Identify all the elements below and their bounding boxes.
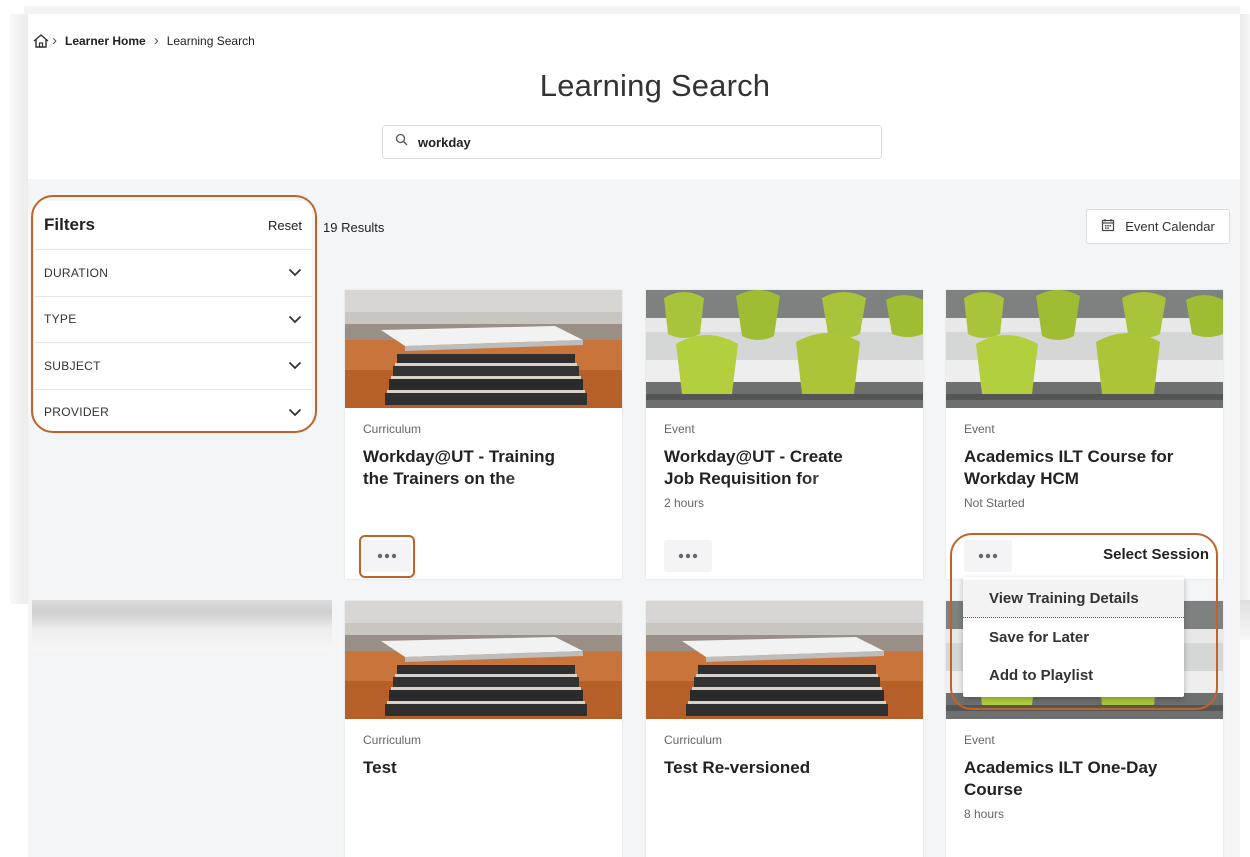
chevron-right-icon: › [153,32,159,49]
chevron-down-icon [288,408,302,417]
ellipsis-icon [678,553,698,559]
card-duration: 2 hours [664,496,705,510]
page-header: › Learner Home › Learning Search Learnin… [28,14,1240,179]
card-image-classroom [946,290,1223,408]
filters-title: Filters [44,215,96,234]
card-title[interactable]: Workday@UT - Create Job Requisition for [664,446,905,490]
search-icon [395,133,408,151]
card-type: Curriculum [363,733,422,747]
filter-label: DURATION [44,265,109,280]
filter-type[interactable]: TYPE [34,295,312,343]
event-calendar-label: Event Calendar [1125,219,1215,234]
breadcrumb: › Learner Home › Learning Search [32,32,261,49]
filter-label: SUBJECT [44,358,101,373]
learning-card[interactable]: Event Workday@UT - Create Job Requisitio… [646,290,923,579]
card-title[interactable]: Test [363,757,604,779]
chevron-right-icon: › [52,32,57,49]
calendar-icon [1101,218,1115,235]
card-image-books [345,601,622,719]
card-type: Event [964,733,995,747]
chevron-down-icon [288,361,302,370]
card-title[interactable]: Academics ILT Course for Workday HCM [964,446,1205,490]
event-calendar-button[interactable]: Event Calendar [1086,209,1230,244]
breadcrumb-learning-search: Learning Search [166,33,255,48]
search-input[interactable] [418,134,838,150]
breadcrumb-learner-home[interactable]: Learner Home [65,34,146,48]
card-type: Event [964,422,995,436]
learning-card[interactable]: Curriculum Test Re-versioned [646,601,923,857]
card-title[interactable]: Academics ILT One-Day Course [964,757,1205,801]
card-body: Curriculum Test [345,719,622,779]
more-options-button[interactable] [664,540,712,572]
card-image-books [345,290,622,408]
card-type: Curriculum [664,733,723,747]
menu-item-view-training-details[interactable]: View Training Details [963,580,1184,618]
chevron-down-icon [288,315,302,324]
card-body: Event Academics ILT Course for Workday H… [946,408,1223,510]
learning-card[interactable]: Curriculum Test [345,601,622,857]
home-icon[interactable] [32,33,50,49]
learning-card[interactable]: Curriculum Workday@UT - Training the Tra… [345,290,622,579]
search-box[interactable] [382,125,882,159]
ellipsis-icon [377,553,397,559]
filter-subject[interactable]: SUBJECT [34,342,312,389]
card-title-line: the Trainers on the [363,468,604,490]
results-count: 19 Results [323,220,385,235]
learning-card[interactable]: Event Academics ILT Course for Workday H… [946,290,1223,579]
frame-shadow-top [24,6,1240,14]
card-title-line: Workday HCM [964,469,1079,488]
card-body: Event Academics ILT One-Day Course 8 hou… [946,719,1223,821]
card-title-line: Job Requisition for [664,468,905,490]
card-title[interactable]: Workday@UT - Training the Trainers on th… [363,446,604,490]
menu-item-add-to-playlist[interactable]: Add to Playlist [963,656,1184,694]
menu-item-save-for-later[interactable]: Save for Later [963,618,1184,656]
card-image-books [646,601,923,719]
frame-shadow-bottom [32,600,332,652]
ellipsis-icon [978,553,998,559]
card-type: Event [664,422,695,436]
card-title[interactable]: Test Re-versioned [664,757,905,779]
page-title: Learning Search [539,68,771,103]
more-options-button[interactable] [964,540,1012,572]
card-image-classroom [646,290,923,408]
filter-label: TYPE [44,312,77,327]
card-title-line: Academics ILT One-Day [964,758,1158,777]
filter-provider[interactable]: PROVIDER [34,388,312,436]
card-title-line: Workday@UT - Training [363,447,555,466]
card-title-line: Workday@UT - Create [664,447,843,466]
card-body: Curriculum Workday@UT - Training the Tra… [345,408,622,490]
card-duration: 8 hours [964,807,1005,821]
filters-header: Filters Reset [34,201,312,249]
filters-panel: Filters Reset DURATION TYPE SUBJECT PROV… [34,201,312,431]
filters-reset-button[interactable]: Reset [268,218,302,233]
filter-duration[interactable]: DURATION [34,249,312,296]
card-type: Curriculum [363,422,422,436]
card-body: Event Workday@UT - Create Job Requisitio… [646,408,923,510]
card-title-line: Course [964,780,1023,799]
filter-label: PROVIDER [44,405,110,420]
card-title-line: Academics ILT Course for [964,447,1174,466]
select-session-button[interactable]: Select Session [1103,546,1209,563]
more-options-button[interactable] [363,540,411,572]
card-body: Curriculum Test Re-versioned [646,719,923,779]
chevron-down-icon [288,268,302,277]
card-options-menu: View Training Details Save for Later Add… [963,577,1184,697]
frame-shadow-left [10,14,28,604]
main-content: Filters Reset DURATION TYPE SUBJECT PROV… [28,179,1240,857]
card-status: Not Started [964,496,1025,510]
